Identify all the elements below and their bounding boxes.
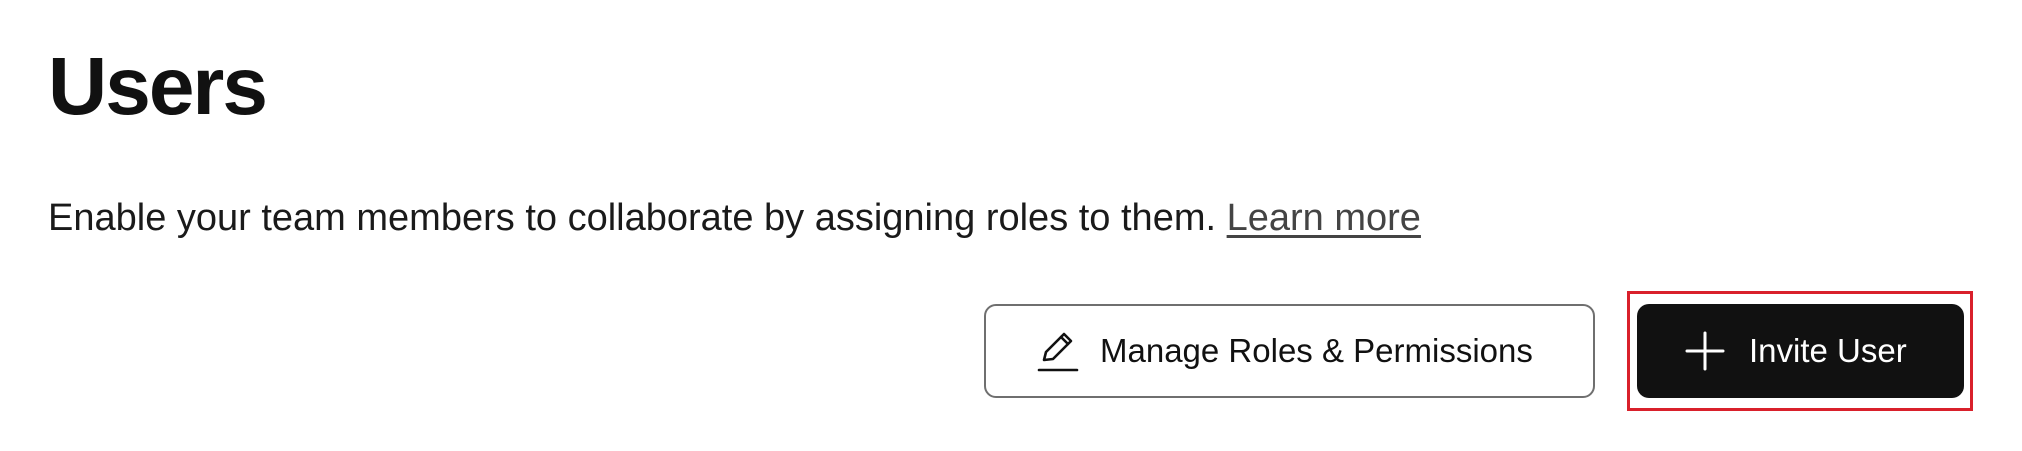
pencil-icon	[1036, 328, 1080, 374]
page-description: Enable your team members to collaborate …	[48, 196, 1421, 242]
manage-roles-button[interactable]: Manage Roles & Permissions	[984, 304, 1595, 398]
invite-user-label: Invite User	[1749, 332, 1907, 369]
users-page: Users Enable your team members to collab…	[0, 0, 2022, 451]
manage-roles-label: Manage Roles & Permissions	[1100, 332, 1533, 369]
plus-icon	[1683, 329, 1727, 373]
learn-more-link[interactable]: Learn more	[1227, 197, 1421, 239]
invite-user-button[interactable]: Invite User	[1637, 304, 1964, 398]
description-text: Enable your team members to collaborate …	[48, 197, 1217, 239]
page-title: Users	[48, 41, 268, 132]
